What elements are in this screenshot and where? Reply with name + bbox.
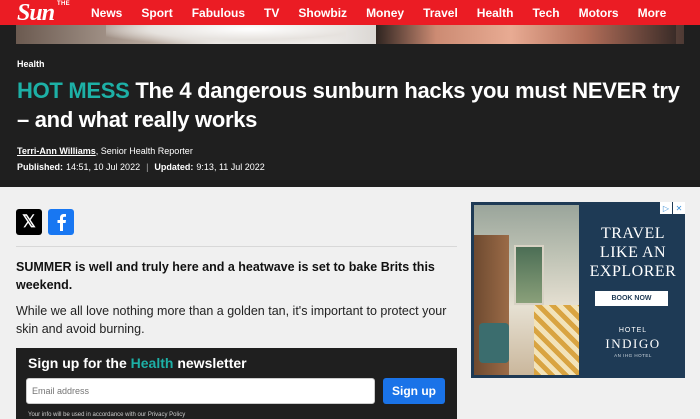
newsletter-signup: Sign up for the Health newsletter Sign u…	[16, 348, 457, 419]
updated-label: Updated:	[154, 162, 194, 172]
sun-logo[interactable]: THE Sun	[17, 0, 70, 26]
nav-item-tech[interactable]: Tech	[532, 6, 559, 20]
newsletter-title-highlight: Health	[130, 355, 174, 371]
byline: Terri-Ann Williams, Senior Health Report…	[17, 146, 193, 156]
logo-the: THE	[57, 1, 70, 7]
published-label: Published:	[17, 162, 64, 172]
nav-item-showbiz[interactable]: Showbiz	[298, 6, 347, 20]
advertisement[interactable]: TRAVEL LIKE AN EXPLORER BOOK NOW HOTEL I…	[471, 202, 685, 378]
article-dates: Published: 14:51, 10 Jul 2022 | Updated:…	[17, 162, 265, 172]
nav-menu: News Sport Fabulous TV Showbiz Money Tra…	[91, 0, 685, 25]
nav-item-travel[interactable]: Travel	[423, 6, 458, 20]
nav-item-news[interactable]: News	[91, 6, 122, 20]
privacy-note: Your info will be used in accordance wit…	[28, 412, 186, 418]
nav-item-sport[interactable]: Sport	[141, 6, 172, 20]
author-link[interactable]: Terri-Ann Williams	[17, 146, 96, 156]
date-separator: |	[146, 162, 149, 172]
ad-photo-window	[514, 245, 544, 305]
ad-photo-pillow	[534, 305, 579, 375]
top-nav: THE Sun News Sport Fabulous TV Showbiz M…	[0, 0, 700, 26]
ad-brand-sub: AN IHG HOTEL	[614, 353, 652, 358]
author-role: , Senior Health Reporter	[95, 146, 193, 156]
newsletter-title-suffix: newsletter	[177, 355, 247, 371]
hero-image-hand	[376, 25, 676, 44]
email-input[interactable]	[26, 378, 375, 404]
nav-item-health[interactable]: Health	[477, 6, 514, 20]
x-share-button[interactable]: 𝕏	[16, 209, 42, 235]
ad-hotel-photo	[474, 205, 579, 375]
share-divider	[16, 246, 457, 247]
hero-image-splash	[106, 25, 346, 44]
signup-button[interactable]: Sign up	[383, 378, 445, 404]
x-icon: 𝕏	[22, 212, 36, 231]
logo-wordmark: Sun	[17, 0, 55, 26]
nav-item-motors[interactable]: Motors	[579, 6, 619, 20]
ad-brand-name: INDIGO	[605, 336, 661, 351]
article-header: Health HOT MESS The 4 dangerous sunburn …	[0, 25, 700, 187]
ad-photo-chair	[479, 323, 509, 363]
newsletter-title-prefix: Sign up for the	[28, 355, 127, 371]
ad-brand-hotel: HOTEL	[618, 327, 648, 334]
article-headline: HOT MESS The 4 dangerous sunburn hacks y…	[17, 76, 687, 134]
nav-item-tv[interactable]: TV	[264, 6, 279, 20]
article-paragraph: While we all love nothing more than a go…	[16, 304, 447, 336]
published-date: 14:51, 10 Jul 2022	[66, 162, 141, 172]
facebook-share-button[interactable]	[48, 209, 74, 235]
ad-book-now-button[interactable]: BOOK NOW	[595, 291, 668, 306]
section-label[interactable]: Health	[17, 59, 45, 69]
nav-item-fabulous[interactable]: Fabulous	[192, 6, 245, 20]
share-buttons: 𝕏	[16, 209, 80, 235]
ad-close-icon[interactable]: ✕	[673, 202, 685, 214]
ad-headline: TRAVEL LIKE AN EXPLORER	[589, 225, 677, 280]
facebook-icon	[57, 214, 66, 231]
ad-info-icon[interactable]: ▷	[660, 202, 672, 214]
hero-image	[16, 25, 684, 44]
ad-choices[interactable]: ▷ ✕	[659, 202, 685, 214]
nav-item-more[interactable]: More	[638, 6, 667, 20]
updated-date: 9:13, 11 Jul 2022	[196, 162, 265, 172]
nav-item-money[interactable]: Money	[366, 6, 404, 20]
newsletter-title: Sign up for the Health newsletter	[28, 355, 247, 371]
headline-kicker: HOT MESS	[17, 78, 130, 103]
article-lead: SUMMER is well and truly here and a heat…	[16, 260, 435, 292]
